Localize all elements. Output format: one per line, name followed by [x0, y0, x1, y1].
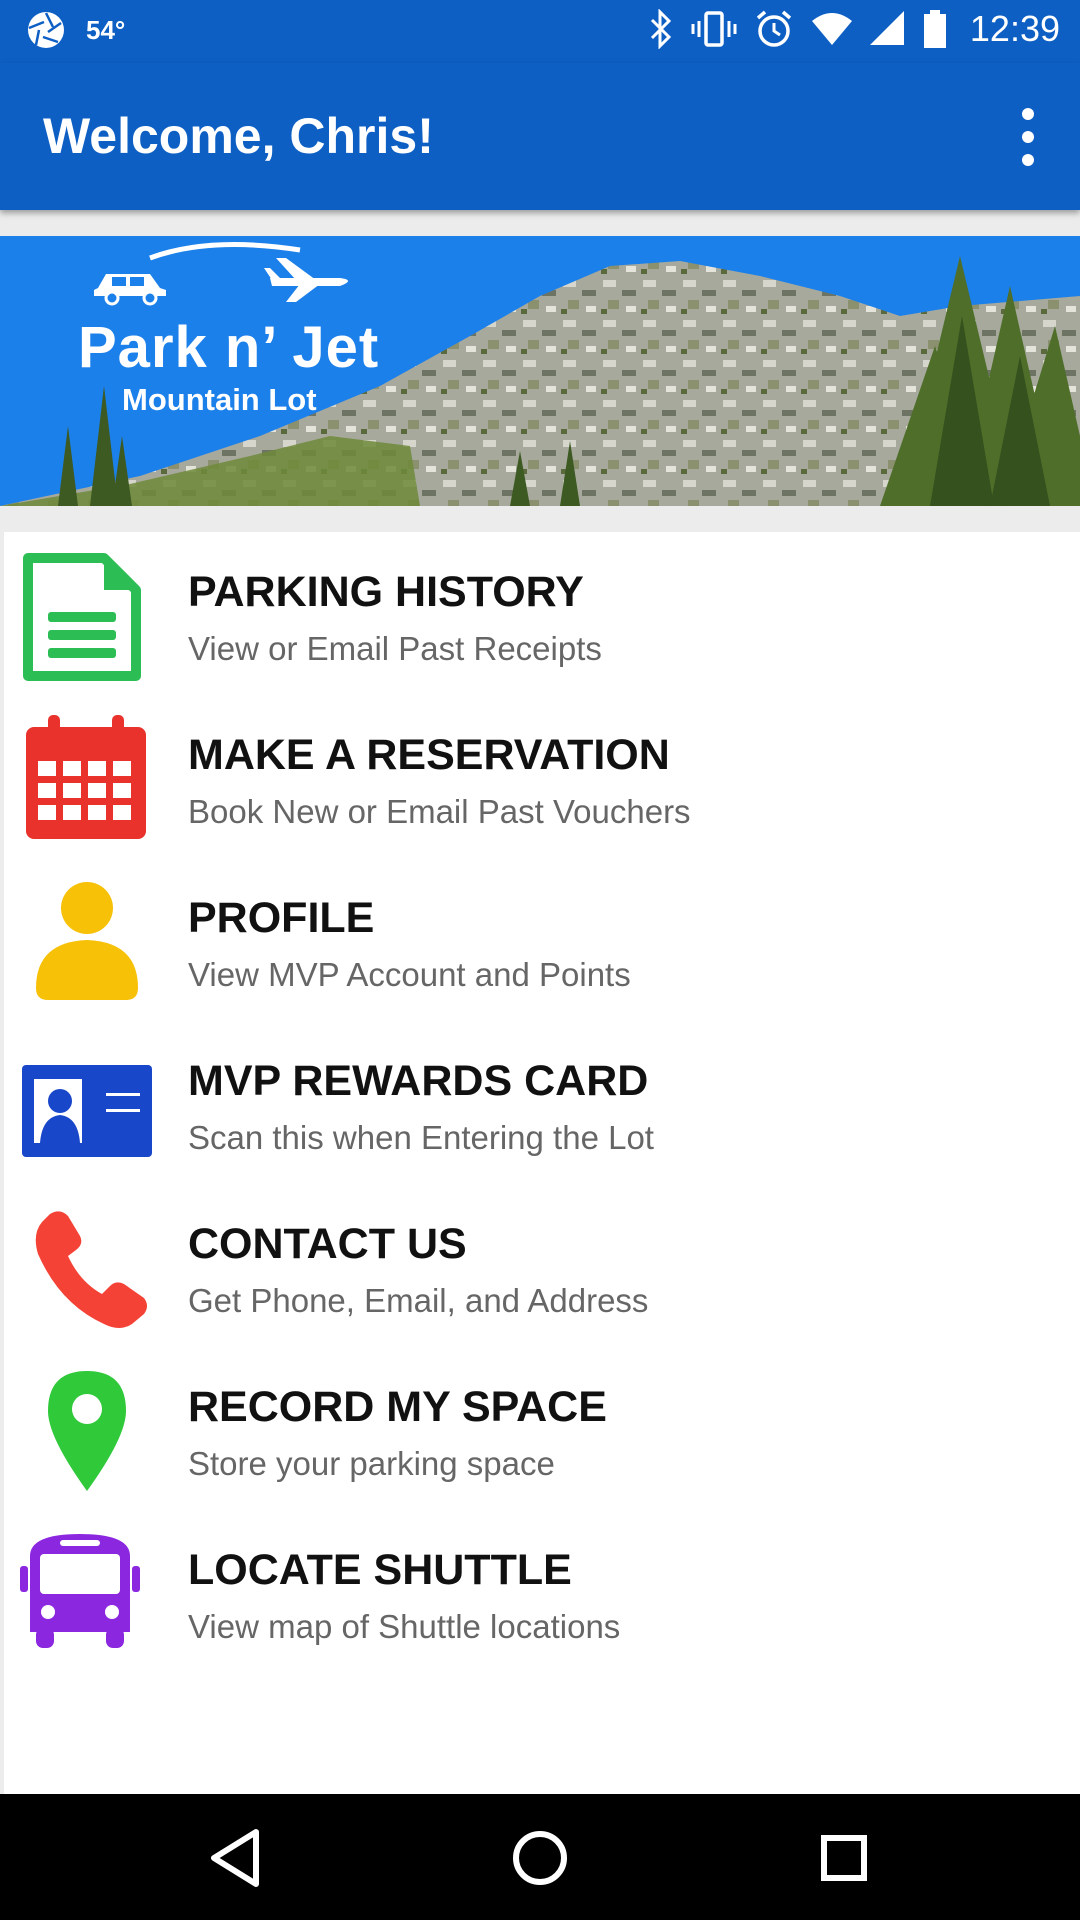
id-card-icon — [22, 1065, 152, 1157]
phone-icon — [35, 1211, 147, 1328]
calendar-icon — [26, 715, 146, 839]
vibrate-icon — [691, 11, 737, 47]
menu-item-title: LOCATE SHUTTLE — [188, 1546, 572, 1594]
menu-item-record-my-space[interactable]: RECORD MY SPACE Store your parking space — [4, 1347, 1080, 1510]
menu-item-contact-us[interactable]: CONTACT US Get Phone, Email, and Address — [4, 1184, 1080, 1347]
alarm-icon — [756, 10, 792, 47]
menu-item-subtitle: View map of Shuttle locations — [188, 1608, 621, 1645]
status-right: 12:39 — [632, 8, 1060, 50]
menu-item-mvp-rewards-card[interactable]: MVP REWARDS CARD Scan this when Entering… — [4, 1021, 1080, 1184]
wifi-icon — [811, 13, 852, 45]
navigation-bar — [0, 1794, 1080, 1920]
banner: Park n’ Jet Mountain Lot — [0, 236, 1080, 506]
logo-title: Park n’ Jet — [78, 315, 380, 380]
cell-signal-icon — [869, 11, 904, 45]
menu-item-subtitle: Get Phone, Email, and Address — [188, 1282, 649, 1319]
bus-icon — [20, 1534, 140, 1648]
menu-item-subtitle: Scan this when Entering the Lot — [188, 1119, 654, 1156]
document-icon — [23, 553, 141, 681]
menu-item-title: PARKING HISTORY — [188, 568, 584, 616]
menu-item-title: MAKE A RESERVATION — [188, 731, 670, 779]
recents-icon[interactable] — [808, 1822, 880, 1894]
temperature: 54° — [86, 14, 126, 45]
battery-icon — [923, 10, 946, 48]
menu-item-title: MVP REWARDS CARD — [188, 1057, 649, 1105]
logo-subtitle: Mountain Lot — [122, 382, 317, 417]
app-bar: Welcome, Chris! — [0, 63, 1080, 210]
menu-item-title: CONTACT US — [188, 1220, 467, 1268]
bluetooth-icon — [650, 9, 672, 49]
map-pin-icon — [48, 1371, 126, 1491]
back-icon[interactable] — [200, 1822, 272, 1894]
home-icon[interactable] — [504, 1822, 576, 1894]
clock: 12:39 — [969, 8, 1060, 49]
menu-item-title: PROFILE — [188, 894, 375, 942]
menu-item-subtitle: Store your parking space — [188, 1445, 555, 1482]
more-vertical-icon[interactable] — [1004, 103, 1052, 171]
menu-item-subtitle: View MVP Account and Points — [188, 956, 631, 993]
car-icon — [94, 274, 166, 306]
status-bar: 54° 12:39 — [0, 0, 1080, 63]
menu-list: PARKING HISTORY View or Email Past Recei… — [4, 532, 1080, 1794]
camera-aperture-icon — [28, 12, 64, 48]
menu-item-parking-history[interactable]: PARKING HISTORY View or Email Past Recei… — [4, 532, 1080, 695]
person-icon — [36, 882, 138, 1000]
page-title: Welcome, Chris! — [43, 108, 434, 164]
menu-item-profile[interactable]: PROFILE View MVP Account and Points — [4, 858, 1080, 1021]
menu-item-locate-shuttle[interactable]: LOCATE SHUTTLE View map of Shuttle locat… — [4, 1510, 1080, 1673]
airplane-icon — [264, 258, 348, 302]
menu-item-subtitle: View or Email Past Receipts — [188, 630, 602, 667]
menu-item-make-reservation[interactable]: MAKE A RESERVATION Book New or Email Pas… — [4, 695, 1080, 858]
menu-item-subtitle: Book New or Email Past Vouchers — [188, 793, 691, 830]
menu-item-title: RECORD MY SPACE — [188, 1383, 607, 1431]
status-left: 54° — [26, 10, 125, 50]
